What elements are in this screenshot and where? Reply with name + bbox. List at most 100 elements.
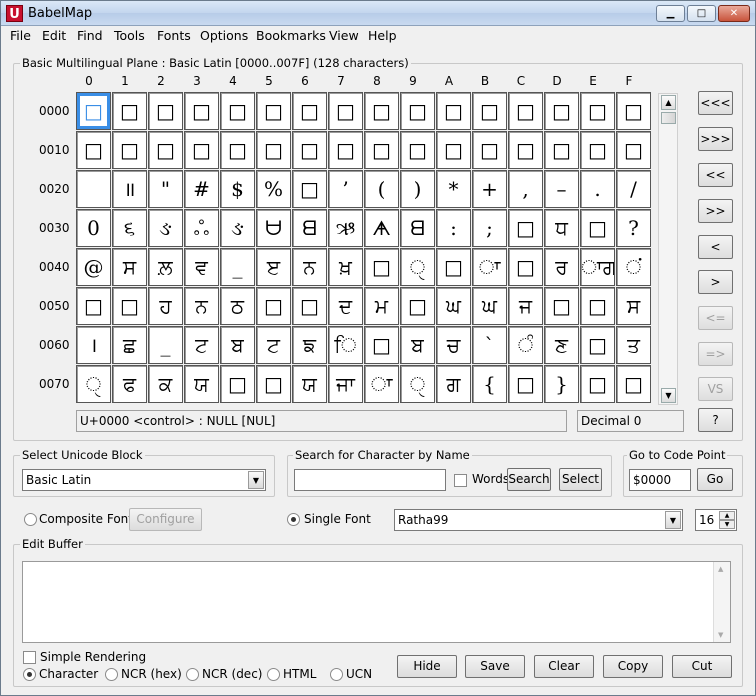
- glyph-cell[interactable]: ਠ: [220, 287, 255, 325]
- glyph-cell[interactable]: ਾ: [472, 248, 507, 286]
- glyph-cell[interactable]: □: [184, 92, 219, 130]
- glyph-cell[interactable]: ஃ: [184, 209, 219, 247]
- glyph-cell[interactable]: □: [364, 326, 399, 364]
- glyph-cell[interactable]: [76, 170, 111, 208]
- glyph-cell[interactable]: ੰ: [508, 326, 543, 364]
- grid-scrollbar[interactable]: ▲ ▼: [658, 93, 678, 405]
- menu-fonts[interactable]: Fonts: [157, 28, 191, 43]
- glyph-cell[interactable]: %: [256, 170, 291, 208]
- glyph-cell[interactable]: □: [148, 92, 183, 130]
- menu-help[interactable]: Help: [368, 28, 397, 43]
- glyph-cell[interactable]: $: [220, 170, 255, 208]
- clear-button[interactable]: Clear: [534, 655, 594, 678]
- edit-buffer-scrollbar[interactable]: ▲ ▼: [713, 562, 730, 642]
- glyph-cell[interactable]: □: [544, 92, 579, 130]
- composite-font-radio[interactable]: [24, 513, 37, 526]
- edit-buffer-textarea[interactable]: ▲ ▼: [22, 561, 731, 643]
- glyph-cell[interactable]: □: [472, 92, 507, 130]
- glyph-cell[interactable]: □: [148, 131, 183, 169]
- glyph-cell[interactable]: □: [436, 131, 471, 169]
- glyph-cell[interactable]: □: [76, 131, 111, 169]
- menu-view[interactable]: View: [329, 28, 359, 43]
- glyph-cell[interactable]: ਜ: [508, 287, 543, 325]
- glyph-cell[interactable]: _: [220, 248, 255, 286]
- codepoint-input[interactable]: $0000: [629, 469, 691, 491]
- glyph-cell[interactable]: }: [544, 365, 579, 403]
- glyph-cell[interactable]: □: [508, 248, 543, 286]
- format-html-radio[interactable]: [267, 668, 280, 681]
- glyph-cell[interactable]: □: [508, 365, 543, 403]
- glyph-cell[interactable]: □: [220, 92, 255, 130]
- glyph-cell[interactable]: □: [364, 131, 399, 169]
- format-character-radio[interactable]: [23, 668, 36, 681]
- size-down-icon[interactable]: ▼: [719, 520, 735, 529]
- forward-button[interactable]: =>: [698, 342, 733, 366]
- prev-block-button[interactable]: <<: [698, 163, 733, 187]
- menu-find[interactable]: Find: [77, 28, 103, 43]
- glyph-cell[interactable]: `: [472, 326, 507, 364]
- glyph-cell[interactable]: ੲ: [256, 248, 291, 286]
- size-up-icon[interactable]: ▲: [719, 511, 735, 520]
- glyph-cell[interactable]: ਮ: [364, 287, 399, 325]
- next-char-button[interactable]: >: [698, 270, 733, 294]
- glyph-cell[interactable]: +: [472, 170, 507, 208]
- scroll-thumb[interactable]: [661, 112, 676, 124]
- glyph-cell[interactable]: □: [292, 287, 327, 325]
- glyph-cell[interactable]: ਦ: [328, 287, 363, 325]
- glyph-cell[interactable]: □: [364, 92, 399, 130]
- glyph-cell[interactable]: □: [220, 131, 255, 169]
- format-ucn-radio[interactable]: [330, 668, 343, 681]
- glyph-cell[interactable]: ਨ: [184, 287, 219, 325]
- glyph-cell[interactable]: ਨ: [292, 248, 327, 286]
- unicode-block-select[interactable]: Basic Latin ▼: [22, 469, 266, 491]
- glyph-cell[interactable]: ਘ: [472, 287, 507, 325]
- glyph-cell[interactable]: □: [436, 248, 471, 286]
- glyph-cell[interactable]: ਯ: [292, 365, 327, 403]
- glyph-cell[interactable]: ਬ: [220, 326, 255, 364]
- single-font-radio[interactable]: [287, 513, 300, 526]
- glyph-cell[interactable]: ਹ: [148, 287, 183, 325]
- glyph-cell[interactable]: ੑ: [76, 365, 111, 403]
- glyph-cell[interactable]: ਜਾ: [328, 365, 363, 403]
- copy-button[interactable]: Copy: [603, 655, 663, 678]
- font-size-stepper[interactable]: 16 ▲ ▼: [695, 509, 737, 531]
- select-button[interactable]: Select: [559, 468, 602, 491]
- glyph-cell[interactable]: □: [292, 170, 327, 208]
- glyph-cell[interactable]: ਚ: [436, 326, 471, 364]
- glyph-cell[interactable]: □: [580, 287, 615, 325]
- glyph-cell[interactable]: 0: [76, 209, 111, 247]
- glyph-cell[interactable]: □: [328, 92, 363, 130]
- glyph-cell[interactable]: □: [76, 287, 111, 325]
- menu-options[interactable]: Options: [200, 28, 248, 43]
- chevron-down-icon[interactable]: ▼: [665, 511, 681, 529]
- glyph-cell[interactable]: ,: [508, 170, 543, 208]
- glyph-cell[interactable]: □: [328, 131, 363, 169]
- glyph-cell[interactable]: □: [508, 131, 543, 169]
- glyph-cell[interactable]: ᗺ: [400, 209, 435, 247]
- glyph-cell[interactable]: ਰ: [544, 248, 579, 286]
- glyph-cell[interactable]: –: [544, 170, 579, 208]
- glyph-cell[interactable]: ਸ: [616, 287, 651, 325]
- glyph-cell[interactable]: □: [292, 92, 327, 130]
- glyph-cell[interactable]: □: [256, 287, 291, 325]
- glyph-cell[interactable]: □: [616, 365, 651, 403]
- glyph-cell[interactable]: .: [580, 170, 615, 208]
- glyph-cell[interactable]: :: [436, 209, 471, 247]
- cut-button[interactable]: Cut: [672, 655, 732, 678]
- words-checkbox[interactable]: [454, 474, 467, 487]
- glyph-cell[interactable]: □: [508, 92, 543, 130]
- menu-file[interactable]: File: [10, 28, 31, 43]
- glyph-cell[interactable]: □: [364, 248, 399, 286]
- glyph-cell[interactable]: □: [544, 287, 579, 325]
- glyph-cell[interactable]: ਕ: [148, 365, 183, 403]
- glyph-cell[interactable]: #: [184, 170, 219, 208]
- glyph-cell[interactable]: ।: [76, 326, 111, 364]
- go-button[interactable]: Go: [697, 468, 733, 491]
- configure-button[interactable]: Configure: [129, 508, 202, 531]
- glyph-cell[interactable]: □: [436, 92, 471, 130]
- glyph-cell[interactable]: @: [76, 248, 111, 286]
- maximize-button[interactable]: □: [687, 5, 716, 22]
- glyph-cell[interactable]: □: [616, 92, 651, 130]
- glyph-cell[interactable]: ਟ: [256, 326, 291, 364]
- glyph-cell[interactable]: □: [580, 131, 615, 169]
